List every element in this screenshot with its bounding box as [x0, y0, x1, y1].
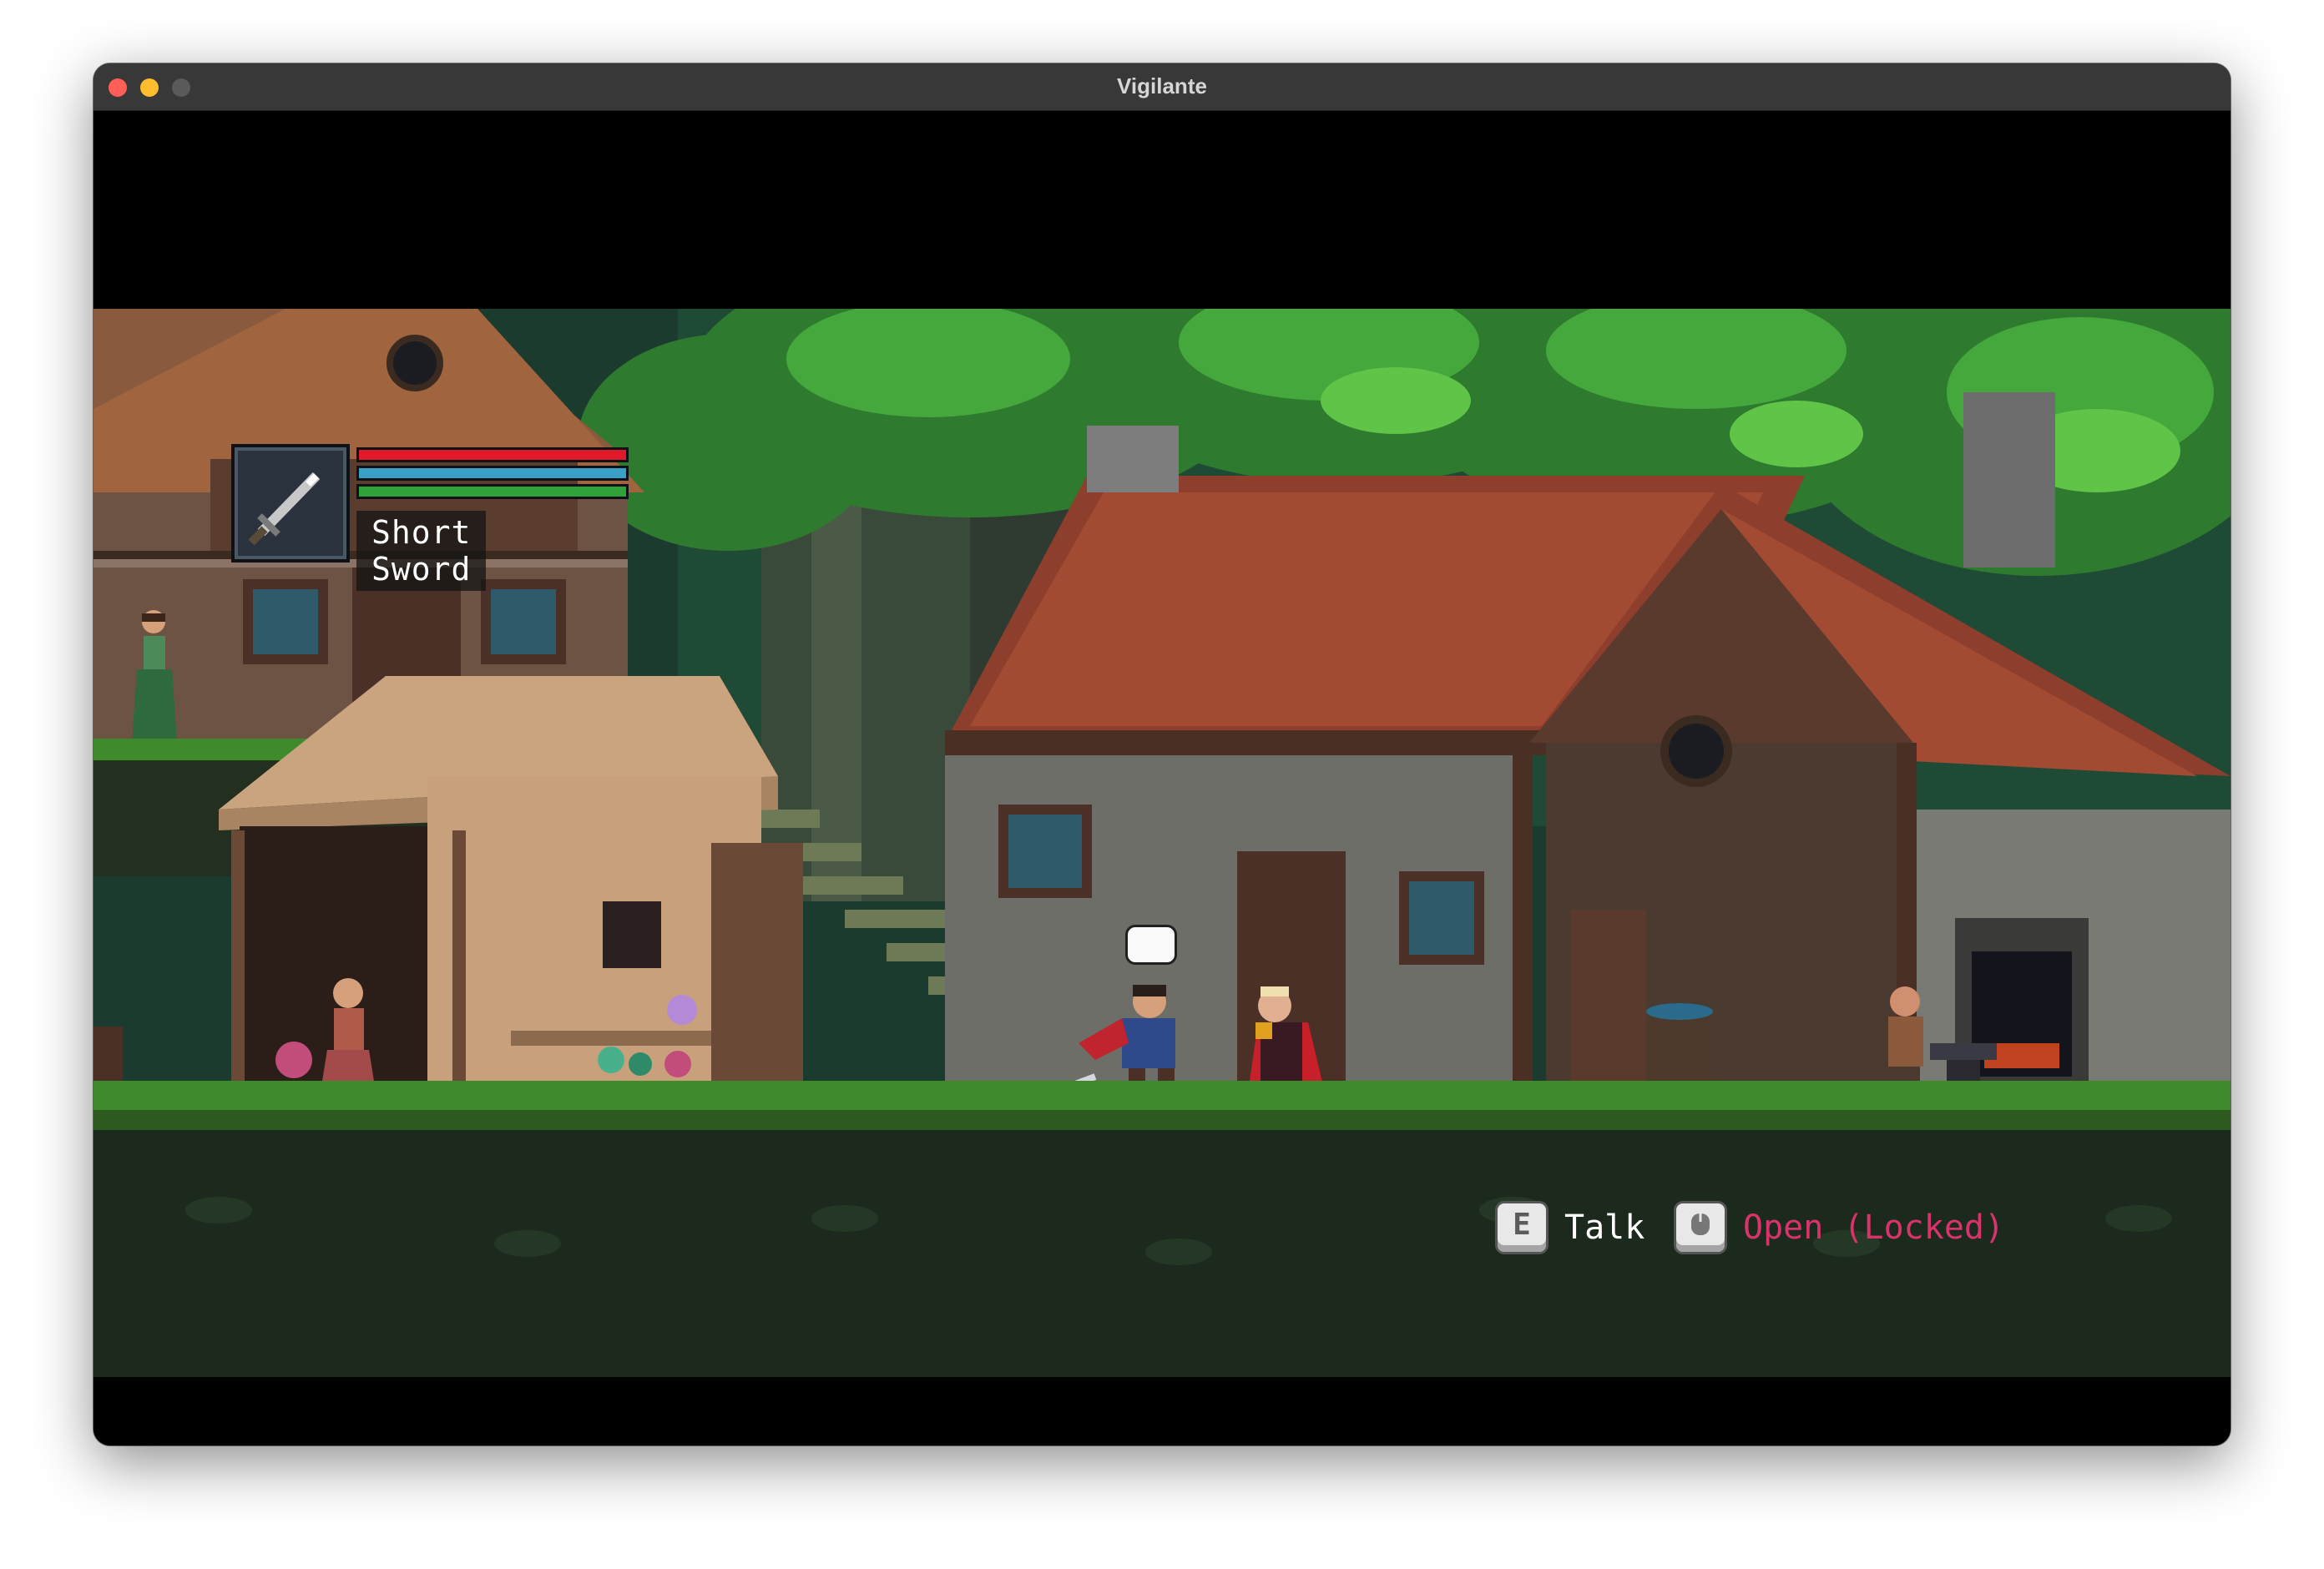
talk-prompt-label: Talk [1564, 1208, 1645, 1247]
speech-bubble-icon [1125, 925, 1177, 965]
chimney-right [1963, 392, 2055, 568]
weapon-name: Short Sword [356, 511, 487, 591]
weapon-slot [231, 444, 350, 563]
stamina-bar-fill [359, 487, 626, 497]
talk-prompt[interactable]: E Talk [1498, 1203, 1644, 1252]
open-locked-prompt[interactable]: Open (Locked) [1676, 1203, 2004, 1252]
game-scene[interactable]: Short Sword E Talk Open (Locked) [93, 309, 2231, 1377]
app-window: Vigilante Short Sword E Talk Open (Locke… [93, 63, 2231, 1445]
chimney-left [1087, 426, 1179, 492]
health-bar-fill [359, 450, 626, 460]
window-title: Vigilante [1117, 73, 1207, 98]
e-key-icon: E [1498, 1203, 1546, 1252]
mana-bar-fill [359, 468, 626, 478]
game-viewport[interactable]: Short Sword E Talk Open (Locked) [93, 111, 2231, 1445]
health-bar [356, 447, 629, 462]
sword-icon [248, 472, 321, 546]
open-locked-prompt-label: Open (Locked) [1743, 1208, 2005, 1247]
mouse-icon [1676, 1203, 1725, 1252]
stamina-bar [356, 484, 629, 499]
mana-bar [356, 466, 629, 481]
title-bar: Vigilante [93, 63, 2231, 111]
